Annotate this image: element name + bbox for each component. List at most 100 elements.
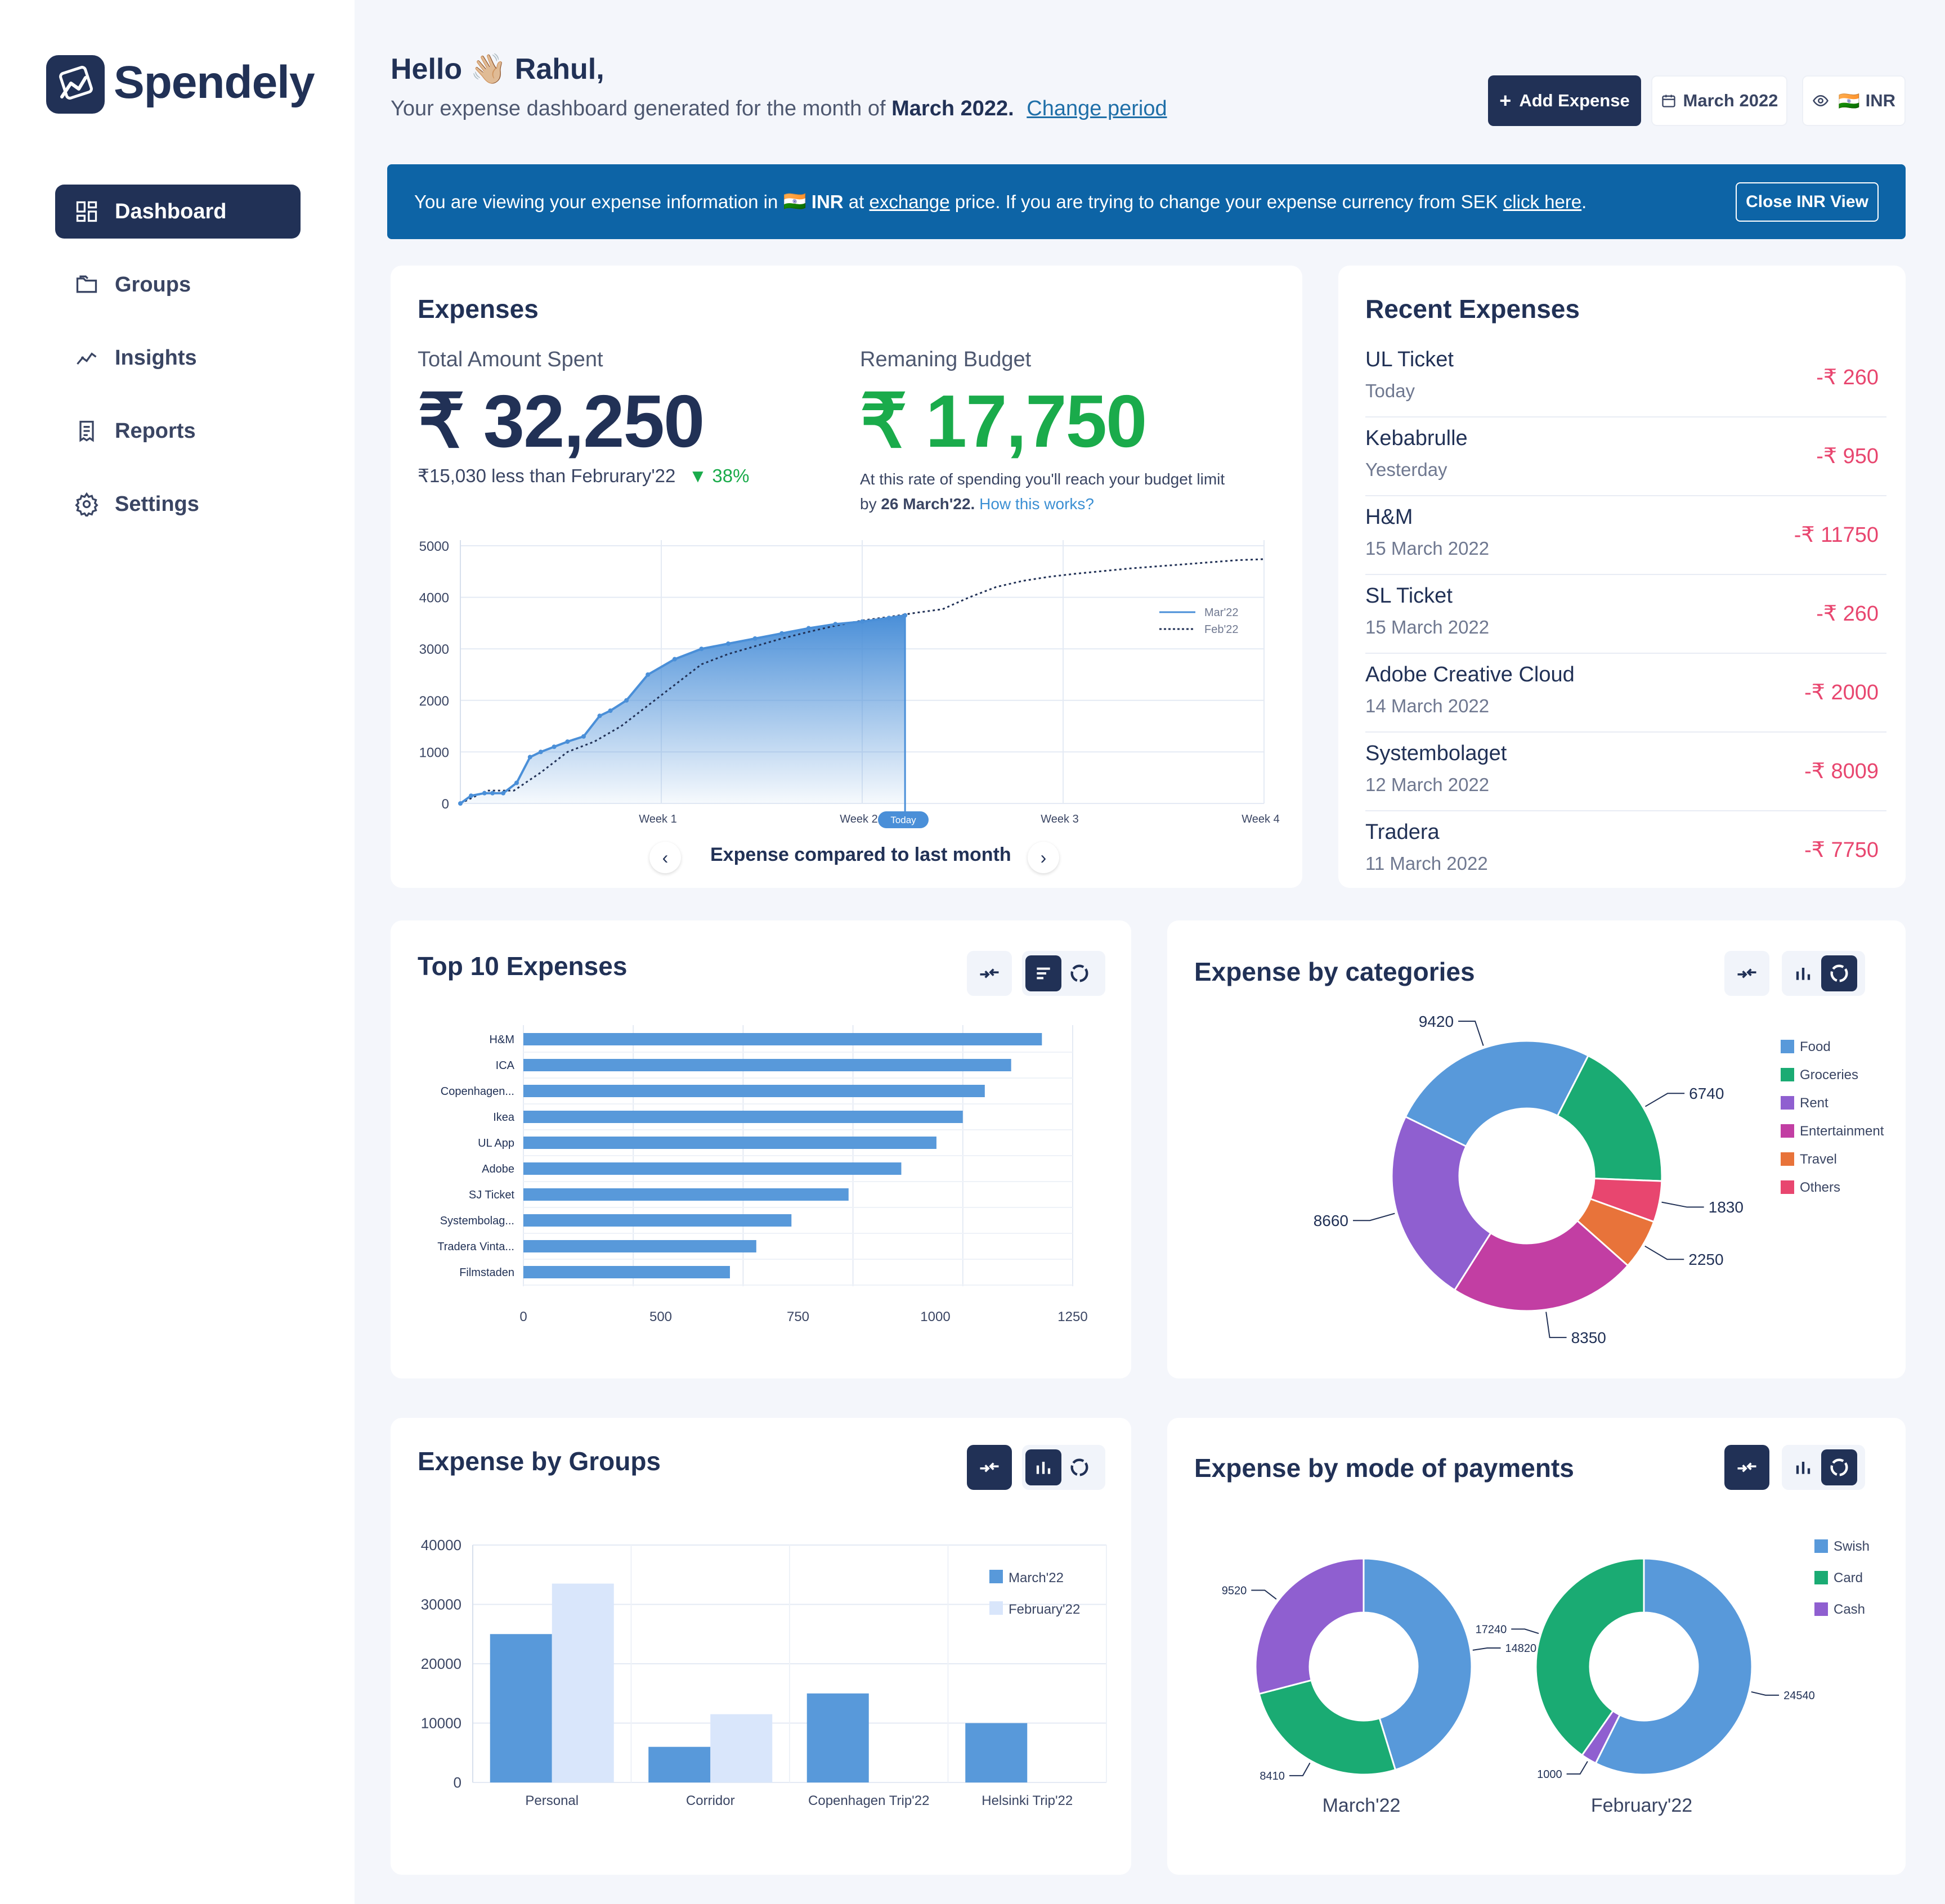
close-inr-view-button[interactable]: Close INR View — [1736, 182, 1879, 222]
expense-date: 15 March 2022 — [1365, 538, 1490, 559]
x-tick-label: Week 1 — [639, 813, 676, 825]
sidebar-item-insights[interactable]: Insights — [55, 331, 301, 385]
compare-toggle-button[interactable] — [967, 1445, 1012, 1490]
data-point — [458, 801, 463, 806]
bar — [523, 1059, 1011, 1071]
plus-icon: + — [1499, 89, 1512, 112]
card-title: Expenses — [418, 294, 539, 324]
expense-amount: -₹ 2000 — [1804, 681, 1879, 704]
sidebar-item-label: Insights — [115, 345, 197, 370]
next-month-button[interactable]: › — [1028, 842, 1059, 873]
y-tick-label: 30000 — [421, 1596, 461, 1613]
data-point — [514, 780, 519, 785]
expense-name: Systembolaget — [1365, 742, 1507, 765]
donut-chart-option[interactable] — [1061, 955, 1097, 991]
trend-icon — [77, 352, 97, 365]
bar-chart-option[interactable] — [1785, 955, 1821, 991]
bar — [523, 1188, 849, 1201]
category-label: Copenhagen... — [441, 1085, 514, 1098]
bar — [523, 1085, 985, 1097]
rate-line: At this rate of spending you'll reach yo… — [860, 470, 1225, 488]
month-picker-button[interactable]: March 2022 — [1651, 75, 1787, 126]
budget-value: ₹ 17,750 — [860, 380, 1147, 462]
change-period-link[interactable]: Change period — [1027, 97, 1167, 120]
recent-expense-item[interactable]: SL Ticket 15 March 2022 -₹ 260 — [1365, 575, 1886, 654]
subtitle-text: Your expense dashboard generated for the… — [391, 97, 886, 120]
data-point — [806, 626, 811, 631]
compare-text: ₹15,030 less than Februrary'22 ▼ 38% — [418, 465, 749, 487]
donut-chart-option[interactable] — [1821, 955, 1857, 991]
sidebar-item-dashboard[interactable]: Dashboard — [55, 185, 301, 239]
greeting: Hello 👋🏼 Rahul, — [391, 52, 604, 86]
category-label: SJ Ticket — [469, 1189, 515, 1201]
label-leader — [1644, 1093, 1685, 1107]
currency-button[interactable]: 🇮🇳 INR — [1802, 75, 1906, 126]
data-label: 8660 — [1314, 1212, 1348, 1229]
data-point — [699, 646, 704, 652]
recent-expense-item[interactable]: H&M 15 March 2022 -₹ 11750 — [1365, 496, 1886, 575]
data-point — [752, 636, 758, 641]
legend-swatch — [1814, 1571, 1828, 1584]
compare-toggle-button[interactable] — [1724, 951, 1769, 996]
user-name: Rahul, — [514, 53, 604, 86]
expense-date: Today — [1365, 380, 1415, 401]
recent-expense-item[interactable]: Adobe Creative Cloud 14 March 2022 -₹ 2000 — [1365, 654, 1886, 733]
data-point — [672, 657, 677, 662]
category-label: Adobe — [482, 1163, 514, 1175]
expense-date: 11 March 2022 — [1365, 853, 1488, 874]
dashboard-icon — [76, 201, 97, 222]
legend-swatch — [989, 1570, 1003, 1583]
x-tick-label: 1000 — [920, 1309, 950, 1324]
compare-toggle-button[interactable] — [967, 951, 1012, 996]
compare-arrows-icon — [1737, 1462, 1756, 1472]
bar-chart-option[interactable] — [1025, 955, 1061, 991]
donut-chart-option[interactable] — [1821, 1449, 1857, 1485]
previous-month-button[interactable]: ‹ — [649, 842, 681, 873]
category-label: H&M — [490, 1034, 514, 1046]
how-this-works-link[interactable]: How this works? — [979, 495, 1094, 513]
data-label: 6740 — [1689, 1085, 1724, 1102]
compare-arrows-icon — [980, 968, 999, 978]
donut-slice — [1258, 1679, 1397, 1776]
label-leader — [1661, 1201, 1704, 1208]
sidebar-item-reports[interactable]: Reports — [55, 404, 301, 458]
bar-chart-option[interactable] — [1785, 1449, 1821, 1485]
wave-icon: 👋🏼 — [470, 53, 507, 86]
total-value: ₹ 32,250 — [418, 380, 705, 462]
label-leader — [1458, 1020, 1484, 1046]
bar-chart-icon — [1036, 1462, 1051, 1474]
bar-chart-option[interactable] — [1025, 1449, 1061, 1485]
data-point — [624, 698, 629, 703]
label-leader — [1566, 1761, 1588, 1775]
budget-rate-text: At this rate of spending you'll reach yo… — [860, 467, 1225, 517]
donut-icon — [1070, 1458, 1088, 1476]
bar — [648, 1746, 711, 1782]
x-tick-label: Personal — [525, 1793, 579, 1808]
compare-toggle-button[interactable] — [1724, 1445, 1769, 1490]
payments-donut-charts: 14820 8410 9520 March'22 24540 1000 17240 Febru… — [1222, 1539, 1870, 1816]
sidebar-item-settings[interactable]: Settings — [55, 477, 301, 531]
today-label: Today — [890, 815, 916, 825]
donut-title: February'22 — [1591, 1795, 1692, 1816]
donut-icon — [1830, 1458, 1848, 1476]
change-currency-link[interactable]: click here — [1503, 191, 1581, 213]
calendar-icon — [1661, 95, 1675, 107]
compare-amount: ₹15,030 less than Februrary'22 — [418, 465, 676, 486]
data-label: 9420 — [1419, 1013, 1454, 1030]
label-leader — [1644, 1245, 1684, 1260]
chevron-right-icon: › — [1040, 847, 1047, 868]
donut-chart-option[interactable] — [1061, 1449, 1097, 1485]
recent-expense-item[interactable]: Tradera 11 March 2022 -₹ 7750 — [1365, 811, 1886, 890]
chart-type-toggle — [1022, 951, 1105, 996]
sidebar-item-groups[interactable]: Groups — [55, 258, 301, 312]
add-expense-button[interactable]: + Add Expense — [1488, 75, 1641, 126]
bar — [552, 1583, 614, 1782]
recent-expense-item[interactable]: Kebabrulle Yesterday -₹ 950 — [1365, 417, 1886, 496]
bar — [490, 1634, 552, 1782]
exchange-link[interactable]: exchange — [870, 191, 950, 213]
recent-expense-item[interactable]: Systembolaget 12 March 2022 -₹ 8009 — [1365, 733, 1886, 811]
category-label: UL App — [478, 1137, 514, 1149]
y-tick-label: 3000 — [419, 642, 449, 657]
currency-label: INR — [1865, 91, 1895, 110]
recent-expense-item[interactable]: UL Ticket Today -₹ 260 — [1365, 339, 1886, 417]
